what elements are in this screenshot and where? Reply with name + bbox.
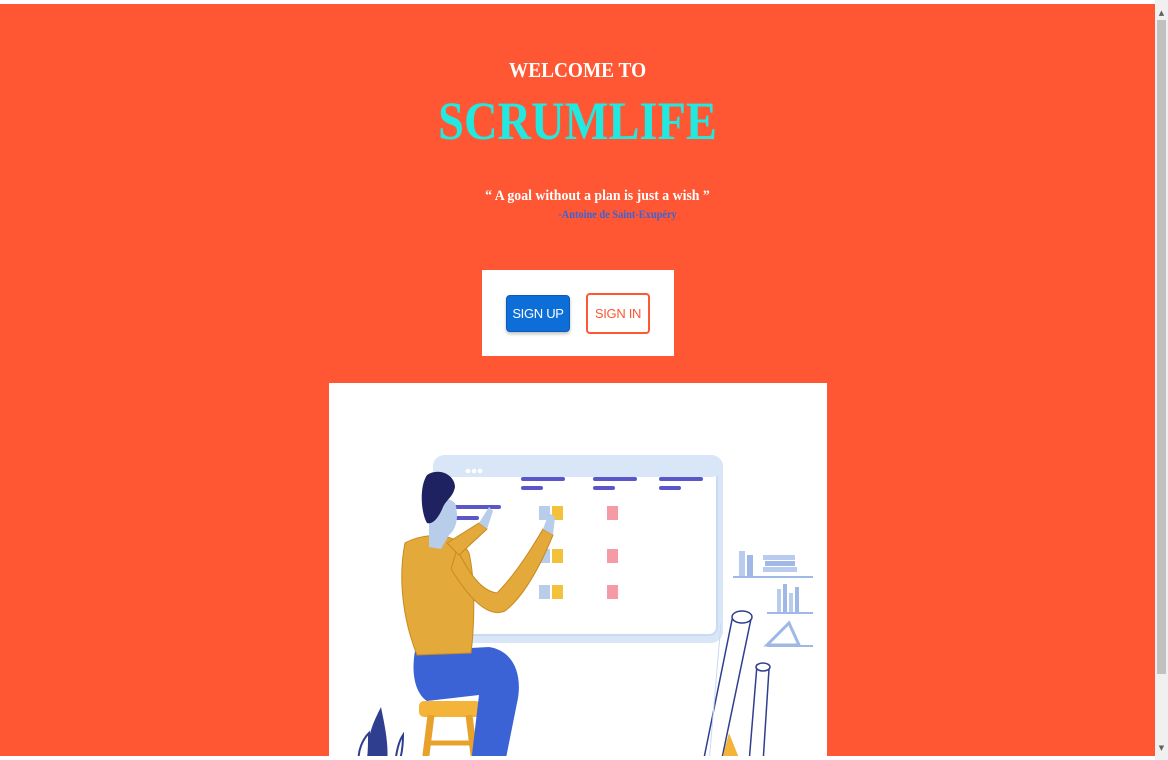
sign-in-button[interactable]: SIGN IN [586,293,650,334]
scrum-board-illustration [329,383,827,756]
welcome-heading: WELCOME TO [508,58,647,82]
vertical-scrollbar[interactable]: ▲ ▼ [1155,0,1168,760]
quote-text: “ A goal without a plan is just a wish ” [485,188,710,204]
person-at-board-image [357,455,813,756]
scroll-down-arrow-icon[interactable]: ▼ [1155,741,1168,755]
quote-author: -Antoine de Saint-Exupéry [558,209,677,221]
board-header [433,455,723,477]
brand-title: SCRUMLIFE [438,91,717,151]
landing-page: WELCOME TO SCRUMLIFE “ A goal without a … [0,4,1155,756]
scroll-up-arrow-icon[interactable]: ▲ [1155,6,1168,20]
board-surface [440,468,718,636]
auth-button-panel: SIGN UP SIGN IN [482,270,674,356]
sign-up-button[interactable]: SIGN UP [506,295,570,332]
scroll-thumb[interactable] [1157,20,1166,674]
